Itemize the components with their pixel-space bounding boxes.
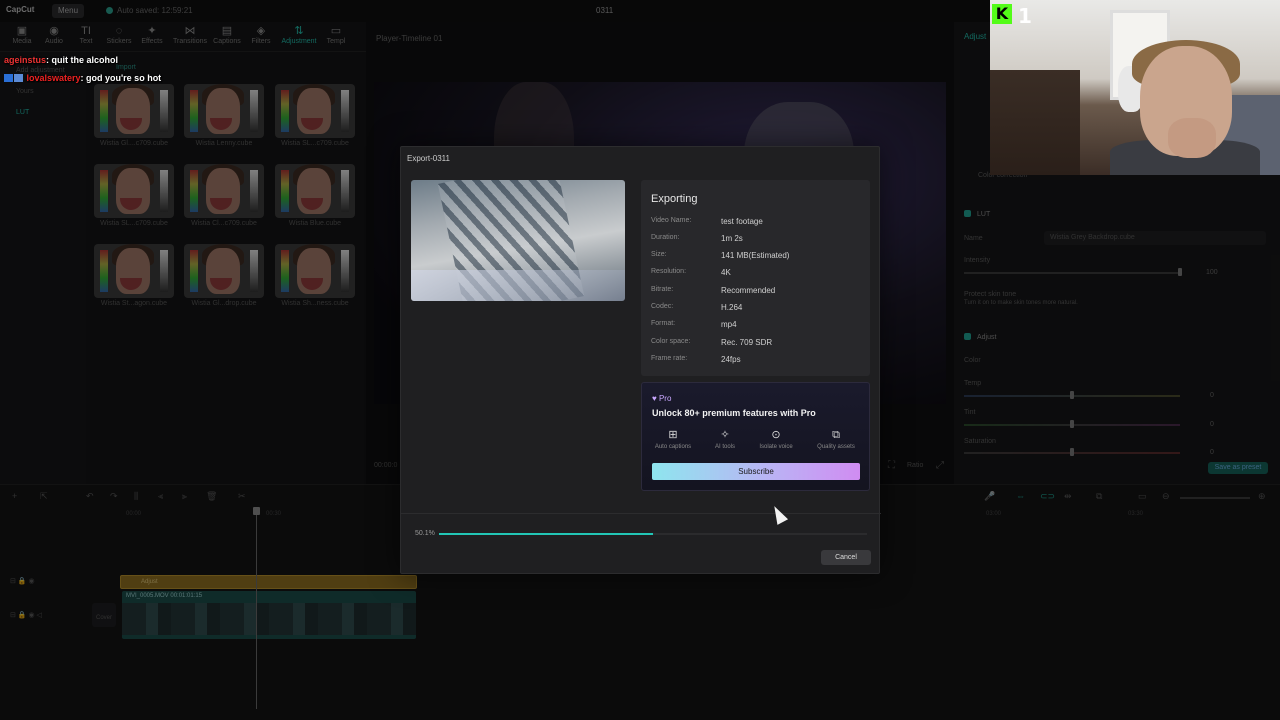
info-row-bitrate: Bitrate: Recommended xyxy=(651,286,861,295)
chat-badge-icon xyxy=(4,74,13,82)
info-value: 141 MB(Estimated) xyxy=(721,251,790,260)
capcut-app: CapCut Menu Auto saved: 12:59:21 0311 ▣ M… xyxy=(0,0,1280,720)
info-row-size: Size: 141 MB(Estimated) xyxy=(651,251,861,260)
info-label: Codec: xyxy=(651,303,674,310)
auto-captions-icon: ⊞ xyxy=(668,429,678,441)
info-value: 1m 2s xyxy=(721,234,743,243)
feature-isolate-voice: ⊙ Isolate voice xyxy=(749,428,803,450)
pro-badge: ♥ Pro xyxy=(652,394,672,403)
info-row-color-space: Color space: Rec. 709 SDR xyxy=(651,338,861,347)
dialog-title: Export-0311 xyxy=(407,154,450,163)
chat-username: lovalswatery xyxy=(26,73,81,83)
feature-label: AI tools xyxy=(714,444,735,450)
export-status-title: Exporting xyxy=(651,193,698,205)
info-value: 4K xyxy=(721,268,731,277)
info-value: mp4 xyxy=(721,320,737,329)
viewer-count-number: 1 xyxy=(1018,4,1032,28)
pro-headline: Unlock 80+ premium features with Pro xyxy=(652,408,816,418)
feature-ai-tools: ✧ AI tools xyxy=(698,428,752,450)
info-value: Recommended xyxy=(721,286,776,295)
export-dialog: Export-0311 Exporting Video Name: test fo… xyxy=(400,146,881,574)
dialog-divider xyxy=(401,513,881,514)
info-value: H.264 xyxy=(721,303,743,312)
export-preview-thumbnail xyxy=(411,180,625,301)
chat-username: ageinstus xyxy=(4,55,47,65)
webcam-overlay: K1 xyxy=(990,0,1280,175)
chat-message: lovalswatery: god you're so hot xyxy=(4,73,161,83)
export-progress-percent: 50.1% xyxy=(415,530,435,537)
feature-label: Auto captions xyxy=(654,444,692,450)
export-info-panel: Exporting Video Name: test footage Durati… xyxy=(641,180,870,376)
info-row-resolution: Resolution: 4K xyxy=(651,268,861,277)
info-row-duration: Duration: 1m 2s xyxy=(651,234,861,243)
info-value: test footage xyxy=(721,217,763,226)
feature-quality-assets: ⧉ Quality assets xyxy=(809,428,863,450)
chat-text: : god you're so hot xyxy=(80,73,162,83)
info-row-codec: Codec: H.264 xyxy=(651,303,861,312)
kick-logo-icon: K xyxy=(992,4,1012,24)
chat-text: : quit the alcohol xyxy=(46,55,119,65)
export-progress-bar xyxy=(439,533,867,535)
feature-label: Isolate voice xyxy=(759,444,793,450)
info-label: Duration: xyxy=(651,234,680,241)
subscribe-button[interactable]: Subscribe xyxy=(652,463,860,480)
feature-auto-captions: ⊞ Auto captions xyxy=(646,428,700,450)
info-row-frame-rate: Frame rate: 24fps xyxy=(651,355,861,364)
quality-assets-icon: ⧉ xyxy=(832,429,840,441)
info-value: 24fps xyxy=(721,355,741,364)
info-label: Video Name: xyxy=(651,217,692,224)
cancel-button[interactable]: Cancel xyxy=(821,550,871,565)
info-label: Format: xyxy=(651,320,676,327)
feature-label: Quality assets xyxy=(817,444,855,450)
export-progress-fill xyxy=(439,533,654,535)
chat-badge-icon xyxy=(14,74,23,82)
info-label: Bitrate: xyxy=(651,286,674,293)
isolate-voice-icon: ⊙ xyxy=(771,429,781,441)
info-label: Size: xyxy=(651,251,667,258)
pro-upsell-card: ♥ Pro Unlock 80+ premium features with P… xyxy=(641,382,870,491)
info-row-video-name: Video Name: test footage xyxy=(651,217,861,226)
info-row-format: Format: mp4 xyxy=(651,320,861,329)
info-value: Rec. 709 SDR xyxy=(721,338,773,347)
info-label: Resolution: xyxy=(651,268,687,275)
viewer-count: K1 xyxy=(992,4,1032,28)
info-label: Color space: xyxy=(651,338,691,345)
ai-tools-icon: ✧ xyxy=(720,429,730,441)
info-label: Frame rate: xyxy=(651,355,688,362)
chat-message: ageinstus: quit the alcohol xyxy=(4,55,118,65)
